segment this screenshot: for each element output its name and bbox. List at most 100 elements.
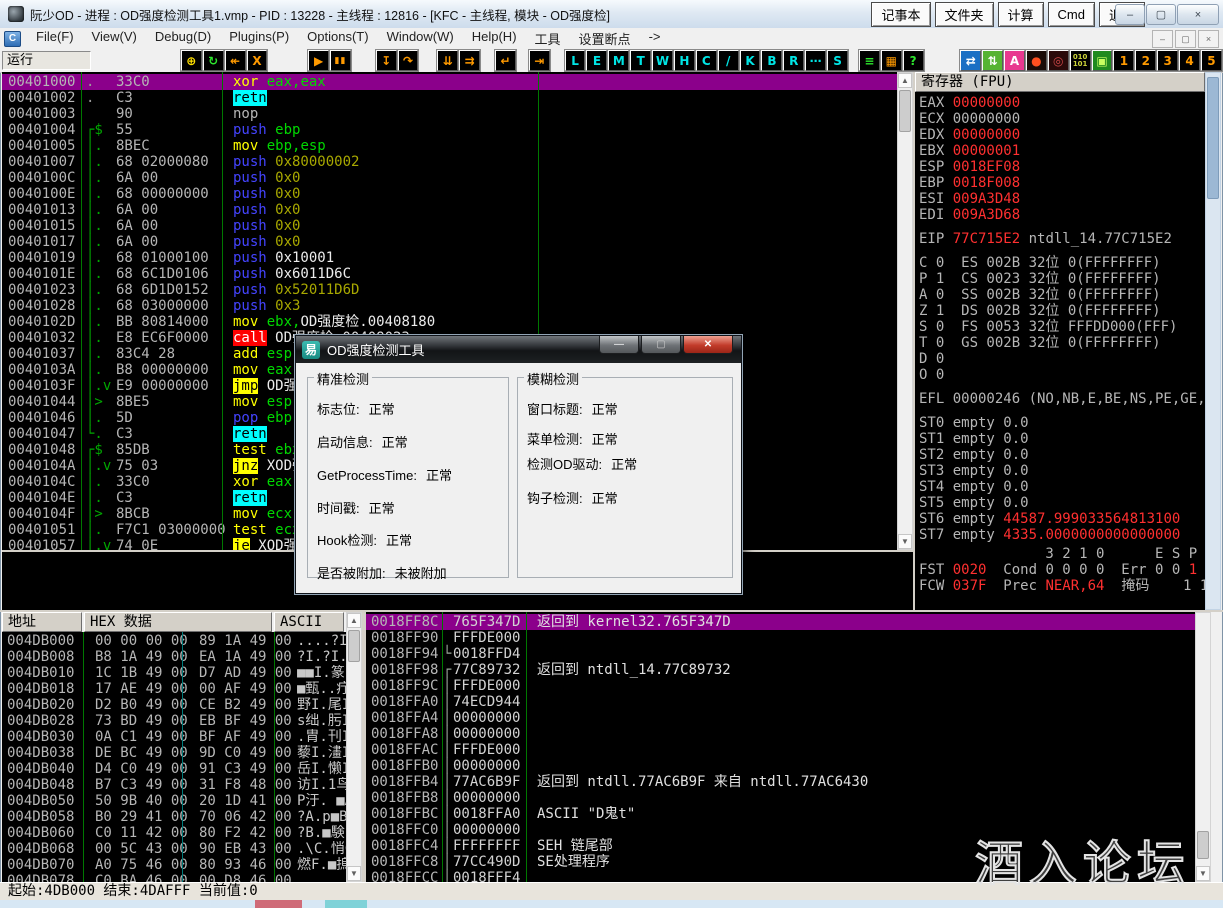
dump-row[interactable]: 004DB040D4 C0 49 0091 C3 49 00岳I.懒I. xyxy=(2,761,346,777)
register-line[interactable]: EAX 00000000 xyxy=(915,95,1205,111)
dump-row[interactable]: 004DB058B0 29 41 0070 06 42 00?A.p■B. xyxy=(2,809,346,825)
register-line[interactable]: EFL 00000246 (NO,NB,E,BE,NS,PE,GE,LE) xyxy=(915,391,1205,407)
register-line[interactable]: P 1 CS 0023 32位 0(FFFFFFFF) xyxy=(915,271,1205,287)
dump-header-hex[interactable]: HEX 数据 xyxy=(84,612,272,632)
menu-item[interactable]: Debug(D) xyxy=(146,27,220,50)
help-button[interactable]: ? xyxy=(903,50,924,71)
scroll-thumb[interactable] xyxy=(1207,77,1219,199)
disasm-row[interactable]: 00401002.C3retn xyxy=(2,90,897,106)
run-trace-window-button[interactable]: ⋯ xyxy=(805,50,826,71)
stack-row[interactable]: 0018FFB8│00000000 xyxy=(366,790,1195,806)
run-button[interactable]: ▶ xyxy=(308,50,329,71)
restart-button[interactable]: ↻ xyxy=(203,50,224,71)
stack-row[interactable]: 0018FF94└0018FFD4 xyxy=(366,646,1195,662)
dump-row[interactable]: 004DB0300A C1 49 00BF AF 49 00.胄.刊I. xyxy=(2,729,346,745)
scroll-thumb[interactable] xyxy=(899,90,911,132)
mdi-child-icon[interactable]: C xyxy=(4,31,21,47)
register-line[interactable]: ST3 empty 0.0 xyxy=(915,463,1205,479)
register-line[interactable]: ST0 empty 0.0 xyxy=(915,415,1205,431)
menu-item[interactable]: File(F) xyxy=(27,27,83,50)
dump-row[interactable]: 004DB060C0 11 42 0080 F2 42 00?B.■験. xyxy=(2,825,346,841)
register-line[interactable]: Z 1 DS 002B 32位 0(FFFFFFFF) xyxy=(915,303,1205,319)
register-line[interactable]: D 0 xyxy=(915,351,1205,367)
register-line[interactable]: ST5 empty 0.0 xyxy=(915,495,1205,511)
register-line[interactable]: ECX 00000000 xyxy=(915,111,1205,127)
plugin-1-button[interactable]: 1 xyxy=(1113,50,1134,71)
source-window-button[interactable]: S xyxy=(827,50,848,71)
stack-row[interactable]: 0018FF98┌77C89732返回到 ntdll_14.77C89732 xyxy=(366,662,1195,678)
dump-header-address[interactable]: 地址 xyxy=(2,612,82,632)
step-into-button[interactable]: ↧ xyxy=(376,50,397,71)
stack-scrollbar[interactable]: ▼ xyxy=(1195,612,1211,882)
log-window-button[interactable]: L xyxy=(565,50,586,71)
registers-scrollbar[interactable] xyxy=(1205,72,1221,610)
step-over-button[interactable]: ↷ xyxy=(398,50,419,71)
disasm-row[interactable]: 00401023│.68 6D1D0152push 0x52011D6D xyxy=(2,282,897,298)
binary-button[interactable]: 010 101 xyxy=(1070,50,1091,71)
call-stack-window-button[interactable]: K xyxy=(740,50,761,71)
disasm-row[interactable]: 0040101E│.68 6C1D0106push 0x6011D6C xyxy=(2,266,897,282)
scroll-thumb[interactable] xyxy=(1197,831,1209,859)
stack-row[interactable]: 0018FFA4│00000000 xyxy=(366,710,1195,726)
disasm-row[interactable]: 00401017│.6A 00push 0x0 xyxy=(2,234,897,250)
patches-window-button[interactable]: / xyxy=(718,50,739,71)
plugin-3-button[interactable]: 3 xyxy=(1157,50,1178,71)
disasm-row[interactable]: 00401004┌$55push ebp xyxy=(2,122,897,138)
register-line[interactable]: EBP 0018F008 xyxy=(915,175,1205,191)
go-to-button[interactable]: ⇥ xyxy=(529,50,550,71)
disasm-row[interactable]: 00401015│.6A 00push 0x0 xyxy=(2,218,897,234)
titlebar-tool-button[interactable]: Cmd xyxy=(1048,2,1095,27)
memory-window-button[interactable]: M xyxy=(608,50,629,71)
register-line[interactable]: 3 2 1 0 E S P U O Z D I xyxy=(915,546,1205,562)
dump-row[interactable]: 004DB01817 AE 49 0000 AF 49 00■甄..疔. xyxy=(2,681,346,697)
disasm-row[interactable]: 00401019│.68 01000100push 0x10001 xyxy=(2,250,897,266)
register-line[interactable]: ESI 009A3D48 xyxy=(915,191,1205,207)
dump-row[interactable]: 004DB078C0 BA 46 0000 D8 46 00 xyxy=(2,873,346,882)
scroll-down-arrow[interactable]: ▼ xyxy=(347,866,361,881)
register-line[interactable]: EBX 00000001 xyxy=(915,143,1205,159)
dump-row[interactable]: 004DB070A0 75 46 0080 93 46 00燃F.■摀. xyxy=(2,857,346,873)
animate-over-button[interactable]: ⇉ xyxy=(459,50,480,71)
register-line[interactable]: ST1 empty 0.0 xyxy=(915,431,1205,447)
step-back-button[interactable]: ↞ xyxy=(225,50,246,71)
register-line[interactable]: ST2 empty 0.0 xyxy=(915,447,1205,463)
mdi-restore-button[interactable]: ▢ xyxy=(1175,30,1196,48)
dump-row[interactable]: 004DB00000 00 00 0089 1A 49 00....?I.. xyxy=(2,633,346,649)
dump-row[interactable]: 004DB06800 5C 43 0090 EB 43 00.\C.悄C. xyxy=(2,841,346,857)
register-line[interactable]: FCW 037F Prec NEAR,64 掩码 1 1 1 1 1 1 xyxy=(915,578,1205,594)
scroll-down-arrow[interactable]: ▼ xyxy=(1196,866,1210,881)
stack-row[interactable]: 0018FFA0│74ECD944 xyxy=(366,694,1195,710)
plugin-5-button[interactable]: 5 xyxy=(1201,50,1222,71)
references-window-button[interactable]: R xyxy=(783,50,804,71)
dump-row[interactable]: 004DB038DE BC 49 009D C0 49 00藜I.澅I. xyxy=(2,745,346,761)
target-button[interactable]: ◎ xyxy=(1048,50,1069,71)
record-button[interactable]: ● xyxy=(1026,50,1047,71)
menu-item[interactable]: Plugins(P) xyxy=(220,27,298,50)
registers-pane[interactable]: EAX 00000000ECX 00000000EDX 00000000EBX … xyxy=(915,92,1205,610)
titlebar-tool-button[interactable]: 记事本 xyxy=(871,2,930,27)
dump-pane[interactable]: 004DB00000 00 00 0089 1A 49 00....?I.. 00… xyxy=(2,632,346,882)
cpu-window-button[interactable]: C xyxy=(696,50,717,71)
register-line[interactable]: EDX 00000000 xyxy=(915,127,1205,143)
register-line[interactable]: ST4 empty 0.0 xyxy=(915,479,1205,495)
disasm-row[interactable]: 0040100C│.6A 00push 0x0 xyxy=(2,170,897,186)
disasm-row[interactable]: 0040102D│.BB 80814000mov ebx,OD强度检.00408… xyxy=(2,314,897,330)
pause-button[interactable]: ▮▮ xyxy=(330,50,351,71)
dump-row[interactable]: 004DB05050 9B 40 0020 1D 41 00P汙. ■A. xyxy=(2,793,346,809)
register-line[interactable]: A 0 SS 002B 32位 0(FFFFFFFF) xyxy=(915,287,1205,303)
disassembly-scrollbar[interactable]: ▲ ▼ xyxy=(897,72,913,550)
register-line[interactable]: O 0 xyxy=(915,367,1205,383)
disasm-row[interactable]: 00401028│.68 03000000push 0x3 xyxy=(2,298,897,314)
dump-row[interactable]: 004DB048B7 C3 49 0031 F8 48 00访I.1鸟. xyxy=(2,777,346,793)
minimize-button[interactable]: – xyxy=(1115,4,1145,25)
close-button[interactable]: × xyxy=(1177,4,1219,25)
disasm-row[interactable]: 00401000.33C0xor eax,eax xyxy=(2,74,897,90)
stack-row[interactable]: 0018FF9C│FFFDE000 xyxy=(366,678,1195,694)
dialog-maximize-button[interactable]: ▢ xyxy=(641,336,681,354)
stack-row[interactable]: 0018FFB4│77AC6B9F返回到 ntdll.77AC6B9F 来自 n… xyxy=(366,774,1195,790)
scroll-thumb[interactable] xyxy=(348,630,360,662)
menu-item[interactable]: Window(W) xyxy=(378,27,463,50)
stack-row[interactable]: 0018FFAC│FFFDE000 xyxy=(366,742,1195,758)
close-process-button[interactable]: X xyxy=(247,50,268,71)
register-line[interactable]: EDI 009A3D68 xyxy=(915,207,1205,223)
